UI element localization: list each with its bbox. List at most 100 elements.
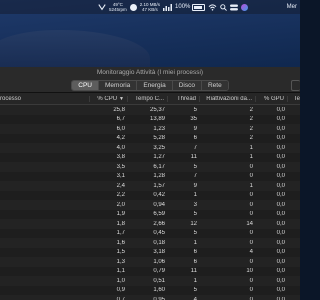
fan-speed: 5245rpm — [109, 7, 127, 12]
table-row[interactable]: 0,9 1,60 5 0 0,0 — [0, 286, 300, 296]
process-table-body: 25,8 25,37 5 2 0,0 6,7 13,89 35 2 0,0 6,0 1,23 9 2 0,0… — [0, 105, 300, 300]
cpu-cell: 4,0 — [116, 144, 125, 151]
tab-rete[interactable]: Rete — [201, 80, 228, 90]
cpu-cell: 1,0 — [116, 277, 125, 284]
menu-bar: 49°C 5245rpm 2.10 MB/s 47 KB/s 100% Mer — [0, 0, 300, 14]
gpu-cell: 0,0 — [276, 135, 285, 142]
threads-cell: 5 — [193, 163, 197, 170]
column-wakeups[interactable]: Riattivazioni da... — [200, 95, 256, 102]
table-row[interactable]: 1,7 0,45 5 0 0,0 — [0, 229, 300, 239]
table-row[interactable]: 6,0 1,23 9 2 0,0 — [0, 124, 300, 134]
cpu-cell: 1,1 — [116, 268, 125, 275]
gpu-cell: 0,0 — [276, 201, 285, 208]
activity-monitor-window: Monitoraggio Attività (I miei processi) … — [0, 67, 300, 300]
cpu-cell: 3,5 — [116, 163, 125, 170]
wakeups-cell: 0 — [249, 258, 253, 265]
table-row[interactable]: 25,8 25,37 5 2 0,0 — [0, 105, 300, 115]
wakeups-cell: 0 — [249, 239, 253, 246]
column-cpu-time[interactable]: Tempo C... — [128, 95, 168, 102]
table-row[interactable]: 0,7 0,95 4 0 0,0 — [0, 295, 300, 300]
table-row[interactable]: 1,3 1,06 6 0 0,0 — [0, 257, 300, 267]
cpu-cell: 0,9 — [116, 287, 125, 294]
threads-cell: 12 — [190, 220, 197, 227]
cpu-time-cell: 5,28 — [153, 135, 165, 142]
threads-cell: 35 — [190, 116, 197, 123]
wakeups-cell: 14 — [246, 220, 253, 227]
search-field[interactable] — [291, 80, 300, 91]
table-row[interactable]: 6,7 13,89 35 2 0,0 — [0, 115, 300, 125]
table-row[interactable]: 4,0 3,25 7 1 0,0 — [0, 143, 300, 153]
wakeups-cell: 0 — [249, 230, 253, 237]
clock-day[interactable]: Mer — [287, 4, 297, 10]
cpu-cell: 1,8 — [116, 220, 125, 227]
table-row[interactable]: 1,0 0,51 1 0 0,0 — [0, 276, 300, 286]
tab-energia[interactable]: Energia — [137, 80, 173, 90]
table-row[interactable]: 1,9 6,59 5 0 0,0 — [0, 210, 300, 220]
table-row[interactable]: 2,0 0,94 3 0 0,0 — [0, 200, 300, 210]
column-threads[interactable]: Thread — [168, 95, 200, 102]
wakeups-cell: 2 — [249, 116, 253, 123]
table-row[interactable]: 2,2 0,42 1 0 0,0 — [0, 191, 300, 201]
cpu-time-cell: 0,42 — [153, 192, 165, 199]
wakeups-cell: 2 — [249, 125, 253, 132]
wakeups-cell: 1 — [249, 182, 253, 189]
battery-status[interactable]: 100% — [175, 3, 206, 11]
battery-icon — [192, 3, 206, 11]
table-row[interactable]: 1,5 3,18 6 4 0,0 — [0, 248, 300, 258]
table-row[interactable]: 3,5 6,17 5 0 0,0 — [0, 162, 300, 172]
gpu-cell: 0,0 — [276, 211, 285, 218]
cpu-time-cell: 6,17 — [153, 163, 165, 170]
wakeups-cell: 4 — [249, 249, 253, 256]
table-row[interactable]: 3,1 1,28 7 0 0,0 — [0, 172, 300, 182]
column-process-name[interactable]: rocesso — [0, 95, 90, 102]
download-rate: 47 KB/s — [142, 7, 158, 12]
siri-icon[interactable] — [241, 3, 249, 11]
threads-cell: 6 — [193, 258, 197, 265]
table-row[interactable]: 1,8 2,66 12 14 0,0 — [0, 219, 300, 229]
search-icon[interactable] — [220, 3, 228, 11]
column-gpu-time[interactable]: Te — [288, 96, 300, 102]
cpu-cell: 1,9 — [116, 211, 125, 218]
cpu-cell: 6,0 — [116, 125, 125, 132]
sensor-readout[interactable]: 49°C 5245rpm — [109, 2, 127, 12]
cpu-cell: 4,2 — [116, 135, 125, 142]
table-header: rocesso % CPU ▼ Tempo C... Thread Riattiv… — [0, 93, 300, 105]
table-row[interactable]: 2,4 1,57 9 1 0,0 — [0, 181, 300, 191]
gpu-cell: 0,0 — [276, 154, 285, 161]
vpn-icon[interactable] — [98, 3, 106, 11]
wakeups-cell: 0 — [249, 277, 253, 284]
wifi-icon[interactable] — [208, 3, 217, 11]
table-row[interactable]: 4,2 5,28 6 2 0,0 — [0, 134, 300, 144]
cpu-cell: 2,4 — [116, 182, 125, 189]
wakeups-cell: 1 — [249, 144, 253, 151]
wakeups-cell: 10 — [246, 268, 253, 275]
column-gpu[interactable]: % GPU — [256, 95, 288, 102]
cpu-time-cell: 1,06 — [153, 258, 165, 265]
toolbar: CPU Memoria Energia Disco Rete — [0, 78, 300, 93]
column-cpu[interactable]: % CPU ▼ — [90, 95, 128, 102]
control-center-icon[interactable] — [230, 4, 239, 11]
threads-cell: 1 — [193, 277, 197, 284]
gpu-cell: 0,0 — [276, 268, 285, 275]
tab-disco[interactable]: Disco — [172, 80, 202, 90]
threads-cell: 7 — [193, 144, 197, 151]
tab-memoria[interactable]: Memoria — [99, 80, 138, 90]
cpu-time-cell: 1,28 — [153, 173, 165, 180]
tab-cpu[interactable]: CPU — [72, 80, 100, 90]
tab-bar: CPU Memoria Energia Disco Rete — [71, 79, 229, 91]
cpu-time-cell: 0,51 — [153, 277, 165, 284]
threads-cell: 6 — [193, 135, 197, 142]
cpu-cell: 1,7 — [116, 230, 125, 237]
table-row[interactable]: 1,1 0,79 11 10 0,0 — [0, 267, 300, 277]
status-dot-icon[interactable] — [129, 3, 137, 11]
table-row[interactable]: 1,6 0,18 1 0 0,0 — [0, 238, 300, 248]
network-stats[interactable]: 2.10 MB/s 47 KB/s — [140, 2, 160, 12]
table-row[interactable]: 3,8 1,27 11 1 0,0 — [0, 153, 300, 163]
threads-cell: 3 — [193, 201, 197, 208]
wakeups-cell: 0 — [249, 192, 253, 199]
gpu-cell: 0,0 — [276, 116, 285, 123]
bars-icon[interactable] — [163, 3, 173, 11]
threads-cell: 6 — [193, 249, 197, 256]
wakeups-cell: 0 — [249, 201, 253, 208]
cpu-cell: 1,5 — [116, 249, 125, 256]
